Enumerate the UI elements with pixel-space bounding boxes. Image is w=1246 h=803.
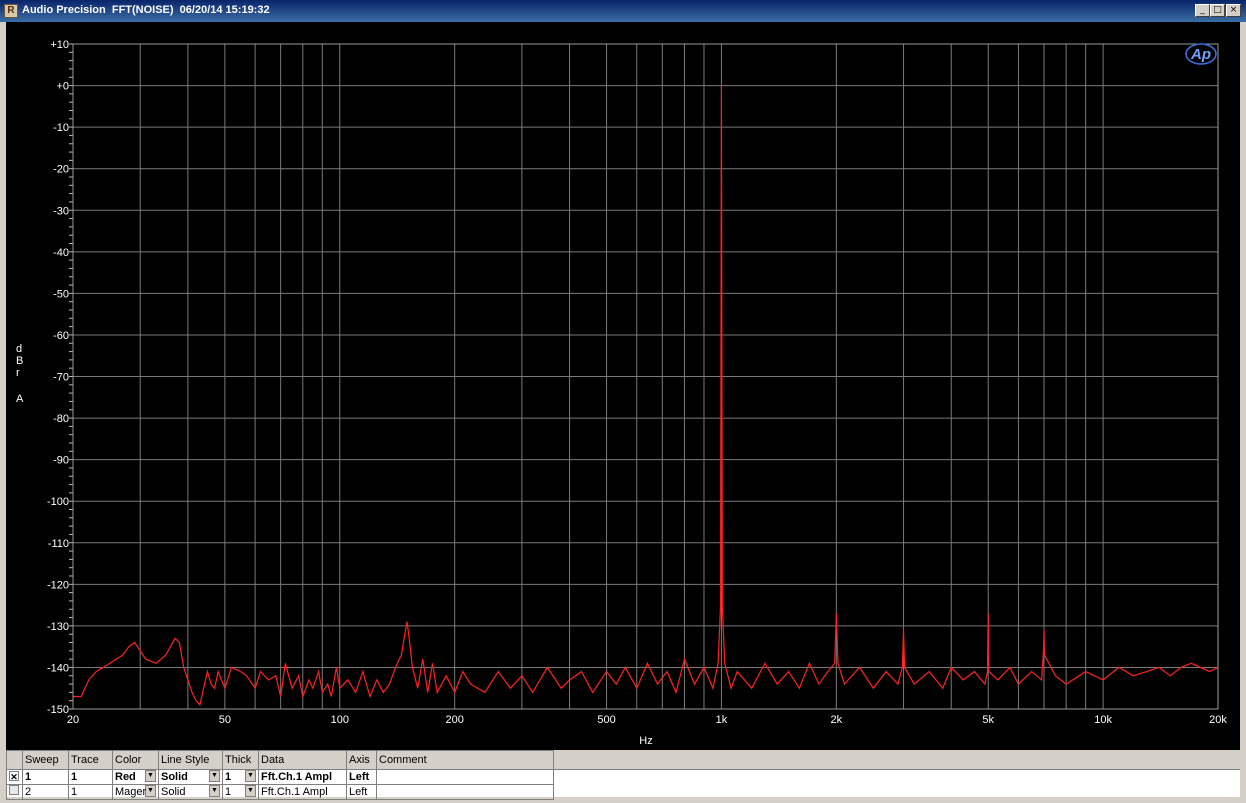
y-tick-label: -130	[47, 621, 69, 633]
title-bar: R Audio Precision FFT(NOISE) 06/20/14 15…	[0, 0, 1246, 22]
legend-row-1-checkbox[interactable]: ✕	[6, 769, 23, 785]
y-tick-label: -150	[47, 704, 69, 716]
window-frame-right	[1240, 22, 1246, 803]
legend-row-1-color[interactable]: ▼ Red	[112, 769, 159, 785]
legend-header-blank	[6, 750, 23, 770]
dropdown-arrow-icon[interactable]: ▼	[145, 770, 156, 782]
trace-legend-table: Sweep Trace Color Line Style Thick Data …	[6, 750, 554, 800]
maximize-button[interactable]: □	[1210, 4, 1225, 17]
dropdown-arrow-icon[interactable]: ▼	[245, 785, 256, 797]
legend-row-1-style[interactable]: ▼ Solid	[158, 769, 223, 785]
legend-row-2-color[interactable]: ▼ Mager	[112, 784, 159, 800]
x-tick-label: 50	[219, 714, 231, 726]
y-tick-label: -140	[47, 662, 69, 674]
x-tick-label: 100	[331, 714, 349, 726]
legend-row-1[interactable]: ✕ 1 1 ▼ Red ▼ Solid ▼ 1 Fft.Ch.1 Ampl Left	[6, 769, 554, 785]
legend-row-1-trace: 1	[68, 769, 113, 785]
y-tick-label: -30	[53, 205, 69, 217]
window-title: Audio Precision FFT(NOISE) 06/20/14 15:1…	[22, 4, 270, 16]
legend-row-2[interactable]: 2 1 ▼ Mager ▼ Solid ▼ 1 Fft.Ch.1 Ampl Left	[6, 784, 554, 800]
legend-row-1-style-value: Solid	[161, 771, 188, 783]
y-axis-label-char: B	[16, 355, 23, 367]
ap-app-icon[interactable]: R	[4, 4, 18, 18]
dropdown-arrow-icon[interactable]: ▼	[245, 770, 256, 782]
close-button[interactable]: ×	[1226, 4, 1241, 17]
x-tick-label: 10k	[1094, 714, 1112, 726]
legend-row-2-thick[interactable]: ▼ 1	[222, 784, 259, 800]
x-tick-label: 1k	[716, 714, 728, 726]
legend-row-1-thick-value: 1	[225, 771, 232, 783]
dropdown-arrow-icon[interactable]: ▼	[209, 770, 220, 782]
legend-header-color[interactable]: Color	[112, 750, 159, 770]
legend-header-trace[interactable]: Trace	[68, 750, 113, 770]
dropdown-arrow-icon[interactable]: ▼	[145, 785, 156, 797]
legend-header-comment[interactable]: Comment	[376, 750, 554, 770]
legend-row-1-data[interactable]: Fft.Ch.1 Ampl	[258, 769, 347, 785]
legend-row-2-data[interactable]: Fft.Ch.1 Ampl	[258, 784, 347, 800]
x-tick-label: 500	[597, 714, 615, 726]
legend-row-2-comment[interactable]	[376, 784, 554, 800]
minimize-button[interactable]: _	[1195, 4, 1210, 17]
legend-row-1-axis[interactable]: Left	[346, 769, 377, 785]
legend-row-2-style-value: Solid	[161, 786, 186, 798]
legend-header-data[interactable]: Data	[258, 750, 347, 770]
y-axis-label-char: A	[16, 393, 24, 405]
y-tick-label: -70	[53, 372, 69, 384]
y-axis-label-char: r	[16, 367, 20, 379]
legend-row-1-thick[interactable]: ▼ 1	[222, 769, 259, 785]
legend-row-2-sweep: 2	[22, 784, 69, 800]
y-tick-label: -10	[53, 122, 69, 134]
fft-chart: 20 50 100 200 500 1k 2k 5k 10k 20k +10+0-10-20-30…	[6, 22, 1240, 750]
legend-row-1-comment[interactable]	[376, 769, 554, 785]
x-tick-label: 5k	[982, 714, 994, 726]
y-tick-label: +0	[56, 81, 69, 93]
legend-row-2-style[interactable]: ▼ Solid	[158, 784, 223, 800]
legend-header-sweep[interactable]: Sweep	[22, 750, 69, 770]
y-tick-label: -90	[53, 455, 69, 467]
x-tick-label: 200	[445, 714, 463, 726]
y-tick-label: -110	[48, 538, 69, 550]
legend-header-line-style[interactable]: Line Style	[158, 750, 223, 770]
legend-header-thick[interactable]: Thick	[222, 750, 259, 770]
legend-row-2-axis[interactable]: Left	[346, 784, 377, 800]
y-tick-label: -40	[53, 247, 69, 259]
legend-header-axis[interactable]: Axis	[346, 750, 377, 770]
checkbox-checked-icon[interactable]: ✕	[9, 771, 19, 782]
legend-row-2-thick-value: 1	[225, 786, 232, 798]
y-tick-label: -20	[53, 164, 69, 176]
legend-row-2-checkbox[interactable]	[6, 784, 23, 800]
y-tick-label: +10	[50, 39, 69, 51]
x-axis-label: Hz	[639, 735, 652, 747]
x-tick-label: 20k	[1209, 714, 1227, 726]
y-tick-label: -60	[53, 330, 69, 342]
y-axis-label-char: d	[16, 343, 22, 355]
dropdown-arrow-icon[interactable]: ▼	[209, 785, 220, 797]
y-tick-label: -80	[53, 413, 69, 425]
legend-row-1-color-value: Red	[115, 771, 136, 783]
legend-row-1-sweep: 1	[22, 769, 69, 785]
ap-logo-text: Ap	[1190, 46, 1211, 63]
chart-background	[6, 22, 1240, 750]
legend-row-2-color-value: Mager	[115, 786, 147, 798]
y-tick-label: -100	[47, 496, 69, 508]
legend-header-fill	[554, 750, 1240, 770]
checkbox-unchecked-icon[interactable]	[9, 785, 19, 795]
x-tick-label: 2k	[831, 714, 843, 726]
y-tick-label: -120	[47, 579, 69, 591]
trace-legend-panel: Sweep Trace Color Line Style Thick Data …	[6, 750, 1240, 800]
legend-row-2-trace: 1	[68, 784, 113, 800]
y-tick-label: -50	[53, 288, 69, 300]
